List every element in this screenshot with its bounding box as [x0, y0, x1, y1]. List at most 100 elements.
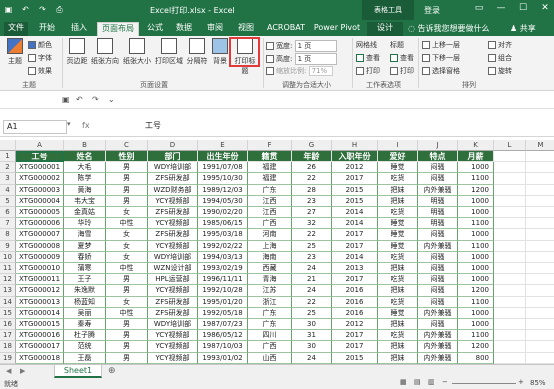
table-header-cell[interactable]: 爱好	[378, 151, 418, 163]
column-header[interactable]: E	[198, 140, 248, 151]
empty-cell[interactable]	[526, 308, 554, 319]
table-cell[interactable]: 1993/02/19	[198, 263, 248, 275]
table-cell[interactable]: 男	[106, 341, 148, 353]
table-cell[interactable]: 30	[292, 341, 332, 353]
empty-cell[interactable]	[526, 185, 554, 196]
empty-cell[interactable]	[494, 330, 526, 342]
table-cell[interactable]: 1987/07/23	[198, 319, 248, 331]
table-cell[interactable]: 1100	[458, 240, 494, 252]
table-cell[interactable]: ZFS研发部	[148, 229, 198, 241]
row-header[interactable]: 5	[0, 195, 16, 207]
table-cell[interactable]: 27	[292, 207, 332, 219]
table-cell[interactable]: 23	[292, 251, 332, 263]
zoom-out-icon[interactable]: −	[442, 378, 448, 386]
group-objects-button[interactable]: 组合	[488, 53, 512, 63]
row-header[interactable]: 17	[0, 330, 16, 342]
table-header-cell[interactable]: 籍贯	[248, 151, 292, 163]
table-cell[interactable]: 2017	[332, 341, 378, 353]
table-cell[interactable]: 25	[292, 240, 332, 252]
tab-page-layout[interactable]: 页面布局	[97, 22, 139, 36]
table-cell[interactable]: WDY培训部	[148, 162, 198, 174]
table-cell[interactable]: 华玲	[64, 218, 106, 230]
empty-cell[interactable]	[494, 296, 526, 308]
empty-cell[interactable]	[526, 151, 554, 163]
chevron-down-icon[interactable]: ▾	[67, 120, 71, 128]
table-cell[interactable]: 闷骚	[418, 274, 458, 286]
table-cell[interactable]: YCY视频部	[148, 341, 198, 353]
table-cell[interactable]: 青海	[248, 274, 292, 286]
table-cell[interactable]: 吃货	[378, 296, 418, 308]
table-cell[interactable]: XTG000015	[16, 319, 64, 331]
fx-icon[interactable]: fx	[82, 121, 90, 130]
table-header-cell[interactable]: 年龄	[292, 151, 332, 163]
table-cell[interactable]: 福建	[248, 173, 292, 185]
table-cell[interactable]: 男	[106, 352, 148, 364]
table-cell[interactable]: 1992/10/28	[198, 285, 248, 297]
table-cell[interactable]: 男	[106, 319, 148, 331]
table-cell[interactable]: 800	[458, 352, 494, 364]
table-cell[interactable]: 1994/05/30	[198, 195, 248, 207]
table-cell[interactable]: YCY视频部	[148, 240, 198, 252]
table-cell[interactable]: 闷骚	[418, 229, 458, 241]
table-cell[interactable]: 内外兼骚	[418, 307, 458, 319]
align-button[interactable]: 对齐	[488, 40, 512, 50]
table-cell[interactable]: 内外兼骚	[418, 341, 458, 353]
table-cell[interactable]: 明骚	[418, 218, 458, 230]
tab-view[interactable]: 视图	[234, 22, 258, 36]
table-cell[interactable]: 把妹	[378, 319, 418, 331]
table-cell[interactable]: 陈学	[64, 173, 106, 185]
column-header[interactable]: L	[494, 140, 526, 151]
table-cell[interactable]: 睡觉	[378, 307, 418, 319]
themes-button[interactable]: 主题	[4, 38, 26, 66]
print-preview-icon[interactable]: ⎙	[54, 4, 65, 15]
table-cell[interactable]: 西藏	[248, 263, 292, 275]
table-cell[interactable]: 海雪	[64, 229, 106, 241]
table-cell[interactable]: 蒲寒	[64, 263, 106, 275]
table-cell[interactable]: YCY视频部	[148, 218, 198, 230]
column-header[interactable]: C	[106, 140, 148, 151]
table-cell[interactable]: 2017	[332, 330, 378, 342]
sheet-tab[interactable]: Sheet1	[54, 365, 102, 378]
tab-design[interactable]: 设计	[367, 22, 403, 36]
table-cell[interactable]: 把妹	[378, 341, 418, 353]
empty-cell[interactable]	[494, 240, 526, 252]
table-cell[interactable]: ZFS研发部	[148, 207, 198, 219]
table-cell[interactable]: 24	[292, 352, 332, 364]
add-sheet-icon[interactable]: ⊕	[108, 366, 116, 376]
row-header[interactable]: 12	[0, 274, 16, 286]
scroll-right-icon[interactable]: ▶	[20, 367, 25, 375]
table-cell[interactable]: 1987/10/03	[198, 341, 248, 353]
column-header[interactable]: G	[292, 140, 332, 151]
table-cell[interactable]: 广西	[248, 341, 292, 353]
row-header[interactable]: 2	[0, 162, 16, 174]
table-cell[interactable]: 1991/07/08	[198, 162, 248, 174]
customize-toolbar-icon[interactable]: ⌄	[108, 95, 115, 104]
table-cell[interactable]: 1986/05/12	[198, 330, 248, 342]
row-header[interactable]: 13	[0, 285, 16, 297]
gridlines-view-checkbox[interactable]: 查看	[356, 53, 380, 63]
row-header[interactable]: 11	[0, 263, 16, 275]
table-cell[interactable]: 1100	[458, 330, 494, 342]
empty-cell[interactable]	[526, 207, 554, 219]
share-button[interactable]: ♟ 共享	[510, 23, 536, 34]
table-cell[interactable]: 28	[292, 184, 332, 196]
table-cell[interactable]: HPL运营部	[148, 274, 198, 286]
table-cell[interactable]: 闷骚	[418, 285, 458, 297]
table-cell[interactable]: XTG000003	[16, 184, 64, 196]
empty-cell[interactable]	[494, 218, 526, 230]
table-cell[interactable]: YCY视频部	[148, 352, 198, 364]
table-cell[interactable]: 1200	[458, 341, 494, 353]
table-cell[interactable]: 1992/05/18	[198, 307, 248, 319]
save-icon[interactable]: ▣	[3, 4, 14, 15]
table-cell[interactable]: 1100	[458, 296, 494, 308]
size-button[interactable]: 纸张大小	[122, 38, 152, 66]
headings-print-checkbox[interactable]: 打印	[390, 66, 414, 76]
table-cell[interactable]: 内外兼骚	[418, 330, 458, 342]
table-cell[interactable]: ZFS研发部	[148, 296, 198, 308]
table-cell[interactable]: WZD财务部	[148, 184, 198, 196]
table-cell[interactable]: XTG000016	[16, 330, 64, 342]
normal-view-icon[interactable]: ▦	[400, 378, 407, 386]
page-layout-view-icon[interactable]: ▤	[414, 378, 421, 386]
column-header[interactable]: A	[16, 140, 64, 151]
table-cell[interactable]: 男	[106, 195, 148, 207]
